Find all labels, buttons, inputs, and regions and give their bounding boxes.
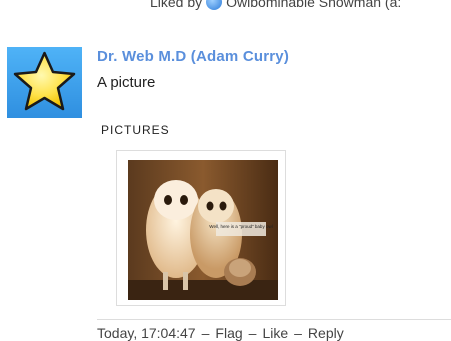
liker-name[interactable]: Owlbominable Snowman (a: bbox=[226, 0, 401, 10]
owl-photo: Well, here is a "proud" baby owl bbox=[128, 160, 278, 300]
post-timestamp: Today, 17:04:47 bbox=[97, 325, 196, 341]
divider bbox=[97, 319, 451, 320]
flag-link[interactable]: Flag bbox=[215, 325, 242, 341]
separator: – bbox=[248, 325, 257, 341]
post-text: A picture bbox=[97, 74, 156, 91]
author-name[interactable]: Dr. Web M.D (Adam Curry) bbox=[97, 48, 289, 65]
author-avatar[interactable] bbox=[7, 47, 82, 118]
liked-by-prefix: Liked by bbox=[150, 0, 203, 10]
image-caption: Well, here is a "proud" baby owl bbox=[209, 224, 272, 229]
separator: – bbox=[294, 325, 302, 341]
liked-by-line: Liked by Owlbominable Snowman (a: bbox=[150, 0, 401, 10]
section-label: PICTURES bbox=[101, 123, 170, 137]
separator: – bbox=[201, 325, 210, 341]
like-link[interactable]: Like bbox=[262, 325, 288, 341]
picture-thumbnail[interactable]: Well, here is a "proud" baby owl bbox=[116, 150, 286, 306]
star-icon bbox=[7, 47, 82, 118]
post-footer: Today, 17:04:47– Flag – Like – Reply bbox=[97, 325, 344, 341]
liker-avatar[interactable] bbox=[206, 0, 223, 10]
reply-link[interactable]: Reply bbox=[308, 325, 344, 341]
